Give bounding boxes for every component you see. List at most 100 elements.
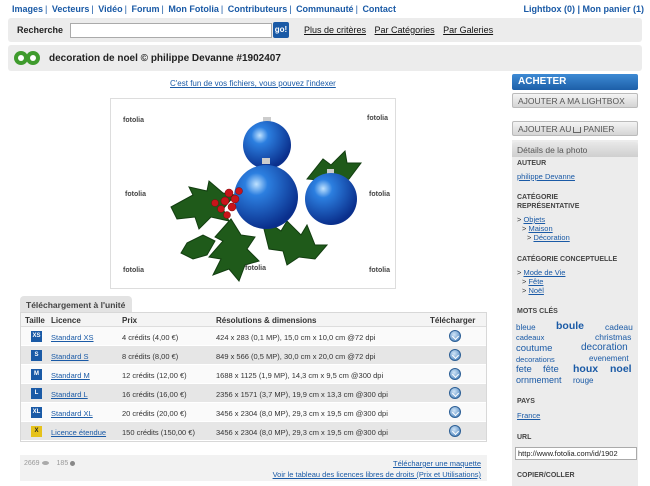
table-row: XS Standard XS 4 crédits (4,00 €) 424 x … xyxy=(21,327,486,346)
watermark: fotolia xyxy=(369,191,390,198)
copy-paste-heading: COPIER/COLLER xyxy=(517,472,575,479)
url-heading: URL xyxy=(517,434,532,441)
url-field[interactable]: http://www.fotolia.com/id/1902 xyxy=(515,447,637,460)
keyword-tag[interactable]: fête xyxy=(543,364,559,375)
keyword-tag[interactable]: decoration xyxy=(581,342,628,353)
country-heading: PAYS xyxy=(517,398,535,405)
keyword-tag[interactable]: ornmement xyxy=(516,375,562,385)
keyword-tag[interactable]: houx xyxy=(573,363,598,375)
table-body: XS Standard XS 4 crédits (4,00 €) 424 x … xyxy=(21,327,486,441)
table-row: S Standard S 8 crédits (8,00 €) 849 x 56… xyxy=(21,346,486,365)
lightbox-link[interactable]: Lightbox (0) xyxy=(523,4,575,14)
download-tab[interactable]: Téléchargement à l'unité xyxy=(20,296,132,312)
add-to-cart-button[interactable]: AJOUTER AU PANIER xyxy=(512,121,638,136)
col-licence: Licence xyxy=(51,316,81,325)
cart-link[interactable]: Mon panier (1) xyxy=(582,4,644,14)
rep-category-heading-2: REPRÉSENTATIVE xyxy=(517,203,580,210)
download-icon[interactable] xyxy=(449,425,461,437)
nav-forum[interactable]: Forum xyxy=(131,4,159,14)
table-header: Taille Licence Prix Résolutions & dimens… xyxy=(21,313,486,327)
nav-mon-fotolia[interactable]: Mon Fotolia xyxy=(168,4,219,14)
nav-communaute[interactable]: Communauté xyxy=(296,4,354,14)
download-count: 185 xyxy=(56,460,69,467)
add-to-cart-label-end: PANIER xyxy=(583,124,615,134)
buy-button[interactable]: ACHETER xyxy=(512,74,638,90)
col-taille: Taille xyxy=(25,316,45,325)
category-noel[interactable]: Noël xyxy=(528,286,543,295)
keyword-tag[interactable]: noel xyxy=(610,363,632,375)
licence-table-link[interactable]: Voir le tableau des licences libres de d… xyxy=(273,470,481,479)
download-icon[interactable] xyxy=(449,330,461,342)
size-badge: M xyxy=(31,369,42,380)
category-objets[interactable]: Objets xyxy=(523,215,545,224)
photo-preview[interactable]: fotolia fotolia fotolia fotolia fotolia … xyxy=(110,98,396,289)
keyword-tag[interactable]: christmas xyxy=(595,332,631,342)
keyword-tag[interactable]: boule xyxy=(556,320,584,332)
nav-contact[interactable]: Contact xyxy=(362,4,396,14)
size-badge: XS xyxy=(31,331,42,342)
price: 8 crédits (8,00 €) xyxy=(122,352,179,361)
table-row: L Standard L 16 crédits (16,00 €) 2356 x… xyxy=(21,384,486,403)
keyword-tag[interactable]: rouge xyxy=(573,376,593,385)
keyword-tag[interactable]: cadeau xyxy=(605,322,633,332)
nav-vecteurs[interactable]: Vecteurs xyxy=(52,4,90,14)
keyword-tag[interactable]: evenement xyxy=(589,354,629,363)
account-links: Lightbox (0) | Mon panier (1) xyxy=(523,4,644,14)
keyword-tag[interactable]: bleue xyxy=(516,323,536,332)
download-icon[interactable] xyxy=(449,368,461,380)
keyword-tag[interactable]: decorations xyxy=(516,355,555,364)
licence-link[interactable]: Standard XL xyxy=(51,409,93,418)
search-options: Plus de critères Par Catégories Par Gale… xyxy=(304,25,499,35)
keyword-cloud: bleue boule cadeau cadeaux christmas cou… xyxy=(515,320,637,386)
licence-link[interactable]: Licence étendue xyxy=(51,428,106,437)
by-category-link[interactable]: Par Catégories xyxy=(375,25,435,35)
photo-details-tab[interactable]: Détails de la photo xyxy=(512,142,638,157)
category-mode-de-vie[interactable]: Mode de Vie xyxy=(523,268,565,277)
col-prix: Prix xyxy=(122,316,138,325)
download-icon[interactable] xyxy=(449,349,461,361)
category-decoration[interactable]: Décoration xyxy=(533,233,569,242)
keyword-tag[interactable]: fete xyxy=(516,364,532,375)
add-to-lightbox-button[interactable]: AJOUTER A MA LIGHTBOX xyxy=(512,93,638,108)
licence-link[interactable]: Standard M xyxy=(51,371,90,380)
licence-table: Taille Licence Prix Résolutions & dimens… xyxy=(20,312,487,442)
keyword-tag[interactable]: coutume xyxy=(516,343,552,354)
country-link[interactable]: France xyxy=(517,411,540,420)
size-badge: L xyxy=(31,388,42,399)
category-maison[interactable]: Maison xyxy=(528,224,552,233)
table-row: X Licence étendue 150 crédits (150,00 €)… xyxy=(21,422,486,441)
category-fete[interactable]: Fête xyxy=(528,277,543,286)
by-gallery-link[interactable]: Par Galeries xyxy=(443,25,493,35)
rep-category-heading: CATÉGORIE xyxy=(517,194,559,201)
nav-images[interactable]: Images xyxy=(12,4,43,14)
download-panel: Téléchargement à l'unité Taille Licence … xyxy=(20,296,487,456)
size-badge: XL xyxy=(31,407,42,418)
price: 16 crédits (16,00 €) xyxy=(122,390,187,399)
concept-category-tree: > Mode de Vie > Fête > Noël xyxy=(517,268,566,295)
col-resolutions: Résolutions & dimensions xyxy=(216,316,317,325)
search-input[interactable] xyxy=(70,23,272,38)
eye-icon xyxy=(41,461,49,466)
author-link[interactable]: philippe Devanne xyxy=(517,172,575,181)
fotolia-logo-icon xyxy=(14,51,40,65)
table-row: M Standard M 12 crédits (12,00 €) 1688 x… xyxy=(21,365,486,384)
keyword-tag[interactable]: cadeaux xyxy=(516,333,544,342)
search-bar: Recherche go! Plus de critères Par Catég… xyxy=(8,18,642,42)
search-go-button[interactable]: go! xyxy=(273,22,289,38)
nav-video[interactable]: Vidéo xyxy=(98,4,122,14)
download-comp-link[interactable]: Télécharger une maquette xyxy=(393,459,481,468)
resolution: 3456 x 2304 (8,0 MP), 29,3 cm x 19,5 cm … xyxy=(216,428,388,437)
licence-link[interactable]: Standard L xyxy=(51,390,88,399)
rep-category-tree: > Objets > Maison > Décoration xyxy=(517,215,570,242)
licence-link[interactable]: Standard XS xyxy=(51,333,94,342)
add-to-cart-label: AJOUTER AU xyxy=(518,124,572,134)
more-criteria-link[interactable]: Plus de critères xyxy=(304,25,366,35)
nav-contributeurs[interactable]: Contributeurs xyxy=(228,4,288,14)
download-icon[interactable] xyxy=(449,387,461,399)
licence-link[interactable]: Standard S xyxy=(51,352,89,361)
photo-stats: 2669 185 xyxy=(24,460,76,467)
author-heading: AUTEUR xyxy=(517,160,547,167)
download-icon[interactable] xyxy=(449,406,461,418)
index-link[interactable]: C'est fun de vos fichiers, vous pouvez l… xyxy=(170,79,336,88)
view-count: 2669 xyxy=(24,460,40,467)
